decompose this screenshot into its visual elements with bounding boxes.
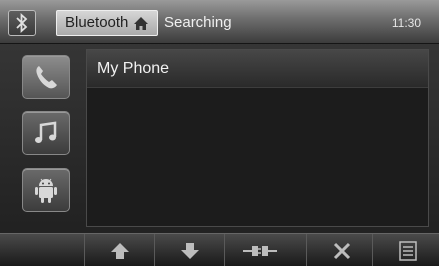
list-icon [398, 240, 417, 261]
connect-plug-icon [242, 245, 277, 256]
status-text: Searching [164, 14, 232, 31]
menu-button[interactable] [372, 234, 439, 266]
android-icon [35, 178, 57, 203]
delete-button[interactable] [306, 234, 376, 266]
sidebar-item-android[interactable] [22, 168, 70, 212]
title-tab[interactable]: Bluetooth [56, 10, 159, 36]
up-arrow-icon [110, 242, 129, 259]
bottom-toolbar [0, 233, 439, 266]
connect-button[interactable] [224, 234, 294, 266]
home-icon [134, 16, 149, 30]
list-item[interactable]: My Phone [87, 50, 428, 88]
music-note-icon [35, 121, 57, 143]
sidebar-item-music[interactable] [22, 111, 70, 155]
scroll-up-button[interactable] [84, 234, 154, 266]
clock: 11:30 [391, 16, 421, 30]
phone-icon [36, 66, 57, 89]
bluetooth-status-button[interactable] [8, 10, 36, 36]
down-arrow-icon [180, 242, 199, 259]
scroll-down-button[interactable] [154, 234, 224, 266]
close-icon [333, 242, 350, 259]
device-name: My Phone [97, 60, 170, 77]
bluetooth-screen: Bluetooth Searching 11:30 My Phone [0, 0, 439, 266]
page-title: Bluetooth [65, 14, 129, 31]
bluetooth-icon [16, 13, 28, 33]
device-list: My Phone [86, 49, 429, 227]
sidebar-item-phone[interactable] [22, 55, 70, 99]
top-bar: Bluetooth Searching 11:30 [0, 0, 439, 44]
